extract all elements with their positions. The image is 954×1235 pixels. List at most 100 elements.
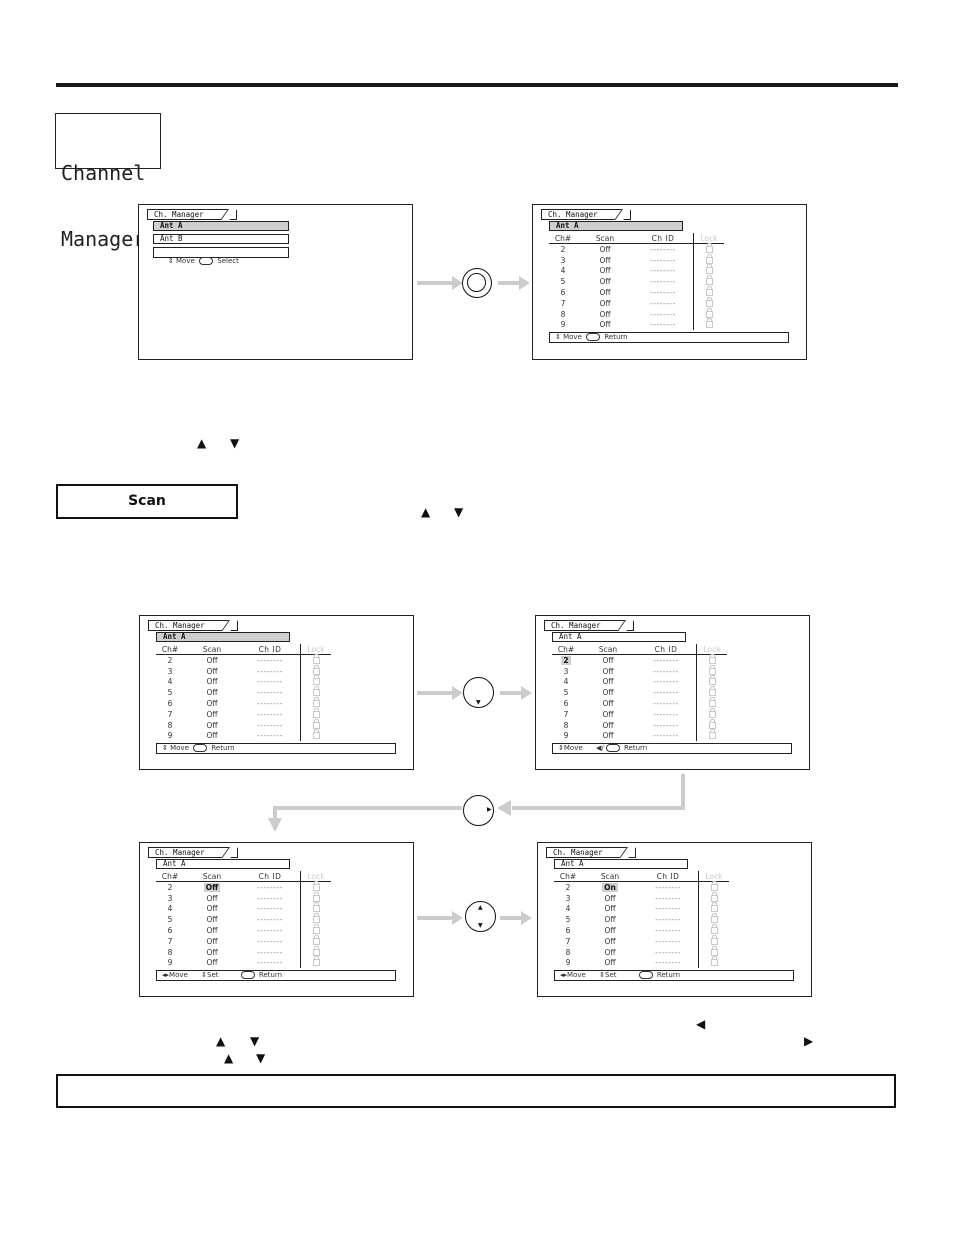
table-row[interactable]: 7 Off -------- [552, 707, 727, 720]
table-row[interactable]: 3 Off -------- [554, 891, 729, 904]
table-row[interactable]: 6 Off -------- [156, 697, 331, 709]
lock-icon [710, 902, 718, 913]
table-row[interactable]: 7 Off -------- [156, 707, 331, 720]
channel-number: 9 [167, 958, 173, 968]
col-lock: Lock [300, 871, 331, 882]
flow-arrowhead [268, 818, 282, 832]
col-scan: Scan [580, 644, 636, 655]
note-box [56, 1074, 896, 1108]
up-down-button-icon: ▲ ▼ [465, 901, 496, 932]
updown-icon: ⇕ [167, 257, 174, 265]
table-row[interactable]: 2 Off -------- [552, 653, 727, 666]
table-row[interactable]: 8 Off -------- [156, 718, 331, 731]
table-row[interactable]: 9 Off -------- [156, 956, 331, 969]
screen-footer: ⇕Move ◀/ Return [552, 743, 792, 754]
col-scan: Scan [577, 233, 633, 244]
lock-icon [312, 880, 320, 891]
col-ch: Ch# [552, 644, 580, 655]
antenna-header: Ant A [156, 859, 290, 869]
table-row[interactable]: 6 Off -------- [549, 286, 724, 298]
lock-icon [705, 264, 713, 275]
table-row[interactable]: 6 Off -------- [156, 924, 331, 936]
channel-table: Ch# Scan Ch ID Lock 2 On -------- 3 Off -------- 4… [554, 871, 729, 969]
table-row[interactable]: 6 Off -------- [552, 697, 727, 709]
scan-value: On [602, 882, 618, 892]
channel-id: -------- [257, 731, 283, 741]
table-row[interactable]: 4 Off -------- [549, 264, 724, 277]
table-row[interactable]: 8 Off -------- [552, 718, 727, 731]
scan-value: Off [206, 720, 218, 730]
table-row[interactable]: 5 Off -------- [554, 913, 729, 926]
channel-id: -------- [650, 288, 676, 298]
channel-id: -------- [650, 277, 676, 287]
table-row[interactable]: 7 Off -------- [549, 296, 724, 309]
scan-value: Off [206, 731, 218, 741]
table-row[interactable]: 4 Off -------- [156, 675, 331, 688]
menu-item-ant-a[interactable]: Ant A [153, 221, 289, 231]
table-row[interactable]: 4 Off -------- [156, 902, 331, 915]
table-row[interactable]: 9 Off -------- [156, 729, 331, 742]
screen-footer: ◂▸Move ⇕Set Return [156, 970, 396, 981]
channel-id: -------- [650, 244, 676, 254]
channel-number: 5 [167, 915, 173, 925]
menu-footer: ⇕ Move Select [153, 247, 289, 265]
antenna-header: Ant A [156, 632, 290, 642]
table-row[interactable]: 3 Off -------- [156, 891, 331, 904]
lock-icon [710, 956, 718, 967]
lock-icon [708, 707, 716, 718]
table-row[interactable]: 8 Off -------- [156, 945, 331, 958]
channel-id: -------- [653, 720, 679, 730]
lock-icon [708, 686, 716, 697]
lock-icon [708, 697, 716, 708]
table-row[interactable]: 8 Off -------- [549, 307, 724, 320]
scan-value: Off [604, 936, 616, 946]
table-row[interactable]: 2 Off -------- [156, 653, 331, 666]
screen-footer: ◂▸Move ⇕Set Return [554, 970, 794, 981]
col-ch-id: Ch ID [636, 644, 697, 655]
table-row[interactable]: 2 Off -------- [549, 242, 724, 255]
channel-number: 8 [560, 309, 566, 319]
down-arrow-glyph: ▼ [454, 505, 464, 519]
channel-number: 7 [565, 936, 571, 946]
table-row[interactable]: 4 Off -------- [554, 902, 729, 915]
channel-number: 6 [167, 926, 173, 936]
table-row[interactable]: 2 Off -------- [156, 880, 331, 893]
table-row[interactable]: 3 Off -------- [549, 253, 724, 266]
scan-value: Off [206, 688, 218, 698]
menu-item-ant-b[interactable]: Ant B [153, 234, 289, 244]
updown-icon: ⇕ [555, 333, 561, 341]
table-row[interactable]: 8 Off -------- [554, 945, 729, 958]
col-ch-id: Ch ID [240, 644, 301, 655]
screen-footer: ⇕ Move Return [156, 743, 396, 754]
table-row[interactable]: 5 Off -------- [552, 686, 727, 699]
select-button-icon [638, 971, 653, 979]
table-row[interactable]: 6 Off -------- [554, 924, 729, 936]
channel-id: -------- [257, 936, 283, 946]
table-row[interactable]: 3 Off -------- [156, 664, 331, 677]
table-row[interactable]: 5 Off -------- [156, 686, 331, 699]
channel-id: -------- [257, 904, 283, 914]
screen-footer: ⇕ Move Return [549, 332, 789, 343]
select-button-icon [199, 257, 214, 265]
table-row[interactable]: 9 Off -------- [552, 729, 727, 742]
channel-id: -------- [653, 731, 679, 741]
col-lock: Lock [300, 644, 331, 655]
flow-arrow [417, 276, 463, 290]
col-ch-id: Ch ID [240, 871, 301, 882]
table-row[interactable]: 7 Off -------- [156, 934, 331, 947]
channel-number: 4 [560, 266, 566, 276]
channel-number: 2 [167, 882, 173, 892]
table-row[interactable]: 9 Off -------- [554, 956, 729, 969]
table-row[interactable]: 5 Off -------- [549, 275, 724, 288]
channel-number: 7 [563, 709, 569, 719]
channel-number: 7 [167, 709, 173, 719]
ch-manager-tab: Ch. Manager [148, 620, 238, 631]
down-arrow-glyph: ▼ [256, 1051, 266, 1065]
table-row[interactable]: 7 Off -------- [554, 934, 729, 947]
table-row[interactable]: 2 On -------- [554, 880, 729, 893]
table-row[interactable]: 4 Off -------- [552, 675, 727, 688]
table-row[interactable]: 9 Off -------- [549, 318, 724, 331]
table-row[interactable]: 3 Off -------- [552, 664, 727, 677]
table-row[interactable]: 5 Off -------- [156, 913, 331, 926]
lock-icon [705, 286, 713, 297]
